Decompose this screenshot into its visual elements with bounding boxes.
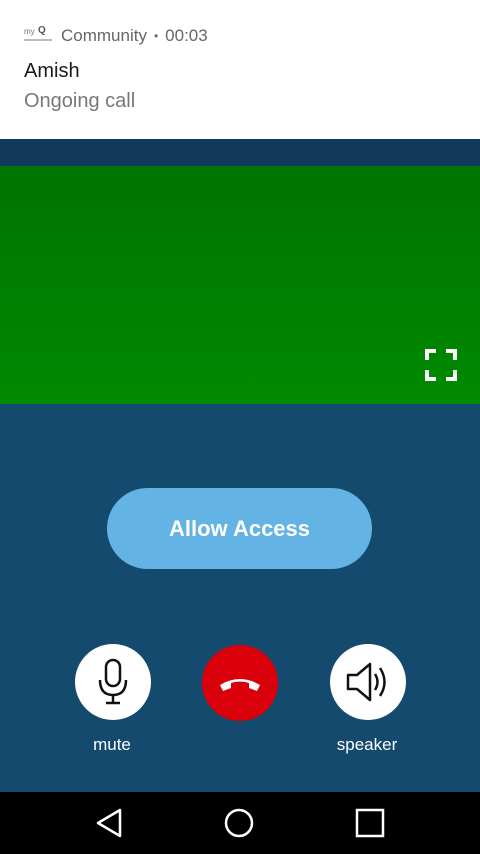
mute-button[interactable] xyxy=(75,644,151,720)
video-feed xyxy=(0,166,480,404)
mute-label: mute xyxy=(93,735,131,754)
speaker-button[interactable] xyxy=(330,644,406,720)
call-timer: 00:03 xyxy=(165,26,208,45)
home-circle-icon[interactable] xyxy=(222,806,256,840)
navigation-bar xyxy=(0,792,480,854)
speaker-label: speaker xyxy=(336,735,398,754)
recents-square-icon[interactable] xyxy=(353,806,387,840)
phone-hangup-icon xyxy=(220,679,260,691)
notification-separator: • xyxy=(153,29,159,43)
call-status: Ongoing call xyxy=(24,90,136,112)
caller-name: Amish xyxy=(24,60,80,82)
back-triangle-icon[interactable] xyxy=(92,806,126,840)
call-notification[interactable]: my Q Community • 00:03 Amish Ongoing call xyxy=(0,0,480,139)
notification-app-name: Community xyxy=(61,26,147,45)
fullscreen-icon[interactable] xyxy=(424,348,458,382)
notification-header: my Q Community • 00:03 xyxy=(24,25,208,46)
header-band xyxy=(0,139,480,166)
allow-access-button[interactable]: Allow Access xyxy=(107,488,372,569)
app-logo: my Q xyxy=(24,25,52,46)
speaker-icon xyxy=(346,662,386,702)
hangup-button[interactable] xyxy=(202,645,278,721)
microphone-icon xyxy=(98,658,128,705)
